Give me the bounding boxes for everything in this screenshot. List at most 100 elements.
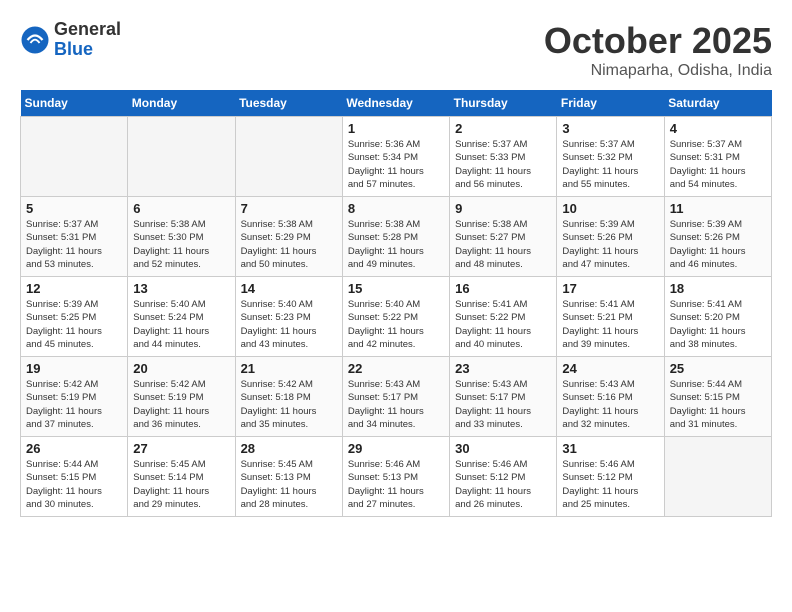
cell-info: Sunrise: 5:43 AM Sunset: 5:17 PM Dayligh… [348, 378, 444, 431]
day-number: 17 [562, 281, 658, 296]
cell-info: Sunrise: 5:40 AM Sunset: 5:22 PM Dayligh… [348, 298, 444, 351]
cell-info: Sunrise: 5:45 AM Sunset: 5:13 PM Dayligh… [241, 458, 337, 511]
page-header: General Blue October 2025 Nimaparha, Odi… [20, 20, 772, 80]
week-row-0: 1Sunrise: 5:36 AM Sunset: 5:34 PM Daylig… [21, 117, 772, 197]
cell-info: Sunrise: 5:39 AM Sunset: 5:26 PM Dayligh… [562, 218, 658, 271]
logo-general-label: General [54, 20, 121, 40]
cell-info: Sunrise: 5:46 AM Sunset: 5:12 PM Dayligh… [455, 458, 551, 511]
cell-info: Sunrise: 5:37 AM Sunset: 5:31 PM Dayligh… [670, 138, 766, 191]
day-number: 21 [241, 361, 337, 376]
cell-info: Sunrise: 5:43 AM Sunset: 5:17 PM Dayligh… [455, 378, 551, 431]
calendar-cell: 27 Sunrise: 5:45 AM Sunset: 5:14 PM Dayli… [128, 437, 235, 517]
logo: General Blue [20, 20, 121, 60]
calendar-cell: 13 Sunrise: 5:40 AM Sunset: 5:24 PM Dayli… [128, 277, 235, 357]
day-number: 24 [562, 361, 658, 376]
calendar-cell: 18Sunrise: 5:41 AM Sunset: 5:20 PM Dayli… [664, 277, 771, 357]
day-number: 29 [348, 441, 444, 456]
calendar-cell: 7 Sunrise: 5:38 AM Sunset: 5:29 PM Daylig… [235, 197, 342, 277]
calendar-cell: 30 Sunrise: 5:46 AM Sunset: 5:12 PM Dayli… [450, 437, 557, 517]
day-number: 19 [26, 361, 122, 376]
day-number: 16 [455, 281, 551, 296]
day-number: 12 [26, 281, 122, 296]
calendar-cell: 12 Sunrise: 5:39 AM Sunset: 5:25 PM Dayli… [21, 277, 128, 357]
calendar-cell: 3 Sunrise: 5:37 AM Sunset: 5:32 PM Daylig… [557, 117, 664, 197]
cell-info: Sunrise: 5:46 AM Sunset: 5:13 PM Dayligh… [348, 458, 444, 511]
calendar-cell [664, 437, 771, 517]
day-number: 28 [241, 441, 337, 456]
cell-info: Sunrise: 5:42 AM Sunset: 5:19 PM Dayligh… [133, 378, 229, 431]
day-number: 20 [133, 361, 229, 376]
cell-info: Sunrise: 5:43 AM Sunset: 5:16 PM Dayligh… [562, 378, 658, 431]
day-header-monday: Monday [128, 90, 235, 117]
day-number: 25 [670, 361, 766, 376]
cell-info: Sunrise: 5:45 AM Sunset: 5:14 PM Dayligh… [133, 458, 229, 511]
cell-info: Sunrise: 5:42 AM Sunset: 5:18 PM Dayligh… [241, 378, 337, 431]
location-label: Nimaparha, Odisha, India [544, 62, 772, 80]
cell-info: Sunrise: 5:37 AM Sunset: 5:32 PM Dayligh… [562, 138, 658, 191]
cell-info: Sunrise: 5:38 AM Sunset: 5:29 PM Dayligh… [241, 218, 337, 271]
calendar-cell: 20 Sunrise: 5:42 AM Sunset: 5:19 PM Dayli… [128, 357, 235, 437]
week-row-4: 26Sunrise: 5:44 AM Sunset: 5:15 PM Dayli… [21, 437, 772, 517]
calendar-cell: 29 Sunrise: 5:46 AM Sunset: 5:13 PM Dayli… [342, 437, 449, 517]
cell-info: Sunrise: 5:46 AM Sunset: 5:12 PM Dayligh… [562, 458, 658, 511]
cell-info: Sunrise: 5:41 AM Sunset: 5:21 PM Dayligh… [562, 298, 658, 351]
calendar-cell: 1Sunrise: 5:36 AM Sunset: 5:34 PM Daylig… [342, 117, 449, 197]
day-number: 22 [348, 361, 444, 376]
cell-info: Sunrise: 5:38 AM Sunset: 5:30 PM Dayligh… [133, 218, 229, 271]
calendar-cell: 2 Sunrise: 5:37 AM Sunset: 5:33 PM Daylig… [450, 117, 557, 197]
day-number: 31 [562, 441, 658, 456]
day-header-thursday: Thursday [450, 90, 557, 117]
day-number: 8 [348, 201, 444, 216]
day-number: 1 [348, 121, 444, 136]
day-number: 5 [26, 201, 122, 216]
cell-info: Sunrise: 5:37 AM Sunset: 5:33 PM Dayligh… [455, 138, 551, 191]
day-header-wednesday: Wednesday [342, 90, 449, 117]
day-header-sunday: Sunday [21, 90, 128, 117]
calendar-cell: 31 Sunrise: 5:46 AM Sunset: 5:12 PM Dayli… [557, 437, 664, 517]
calendar-cell: 19 Sunrise: 5:42 AM Sunset: 5:19 PM Dayli… [21, 357, 128, 437]
day-number: 7 [241, 201, 337, 216]
calendar-cell: 24 Sunrise: 5:43 AM Sunset: 5:16 PM Dayli… [557, 357, 664, 437]
cell-info: Sunrise: 5:38 AM Sunset: 5:28 PM Dayligh… [348, 218, 444, 271]
day-header-friday: Friday [557, 90, 664, 117]
week-row-3: 19 Sunrise: 5:42 AM Sunset: 5:19 PM Dayli… [21, 357, 772, 437]
calendar-cell: 22 Sunrise: 5:43 AM Sunset: 5:17 PM Dayli… [342, 357, 449, 437]
cell-info: Sunrise: 5:38 AM Sunset: 5:27 PM Dayligh… [455, 218, 551, 271]
cell-info: Sunrise: 5:40 AM Sunset: 5:24 PM Dayligh… [133, 298, 229, 351]
cell-info: Sunrise: 5:40 AM Sunset: 5:23 PM Dayligh… [241, 298, 337, 351]
calendar-cell: 16 Sunrise: 5:41 AM Sunset: 5:22 PM Dayli… [450, 277, 557, 357]
cell-info: Sunrise: 5:44 AM Sunset: 5:15 PM Dayligh… [670, 378, 766, 431]
day-number: 11 [670, 201, 766, 216]
calendar-cell: 21 Sunrise: 5:42 AM Sunset: 5:18 PM Dayli… [235, 357, 342, 437]
day-number: 30 [455, 441, 551, 456]
day-number: 18 [670, 281, 766, 296]
calendar-cell: 8 Sunrise: 5:38 AM Sunset: 5:28 PM Daylig… [342, 197, 449, 277]
cell-info: Sunrise: 5:44 AM Sunset: 5:15 PM Dayligh… [26, 458, 122, 511]
day-header-tuesday: Tuesday [235, 90, 342, 117]
cell-info: Sunrise: 5:41 AM Sunset: 5:22 PM Dayligh… [455, 298, 551, 351]
day-number: 23 [455, 361, 551, 376]
calendar-cell: 6Sunrise: 5:38 AM Sunset: 5:30 PM Daylig… [128, 197, 235, 277]
cell-info: Sunrise: 5:39 AM Sunset: 5:25 PM Dayligh… [26, 298, 122, 351]
calendar-cell: 26Sunrise: 5:44 AM Sunset: 5:15 PM Dayli… [21, 437, 128, 517]
calendar-cell: 9 Sunrise: 5:38 AM Sunset: 5:27 PM Daylig… [450, 197, 557, 277]
day-number: 14 [241, 281, 337, 296]
day-number: 9 [455, 201, 551, 216]
calendar-table: SundayMondayTuesdayWednesdayThursdayFrid… [20, 90, 772, 517]
calendar-cell: 4Sunrise: 5:37 AM Sunset: 5:31 PM Daylig… [664, 117, 771, 197]
calendar-cell [235, 117, 342, 197]
day-number: 27 [133, 441, 229, 456]
cell-info: Sunrise: 5:42 AM Sunset: 5:19 PM Dayligh… [26, 378, 122, 431]
calendar-cell: 15 Sunrise: 5:40 AM Sunset: 5:22 PM Dayli… [342, 277, 449, 357]
calendar-cell: 23 Sunrise: 5:43 AM Sunset: 5:17 PM Dayli… [450, 357, 557, 437]
day-number: 13 [133, 281, 229, 296]
day-number: 15 [348, 281, 444, 296]
calendar-cell: 5Sunrise: 5:37 AM Sunset: 5:31 PM Daylig… [21, 197, 128, 277]
title-block: October 2025 Nimaparha, Odisha, India [544, 20, 772, 80]
calendar-cell: 10Sunrise: 5:39 AM Sunset: 5:26 PM Dayli… [557, 197, 664, 277]
day-number: 2 [455, 121, 551, 136]
day-header-saturday: Saturday [664, 90, 771, 117]
day-number: 3 [562, 121, 658, 136]
logo-text: General Blue [54, 20, 121, 60]
week-row-1: 5Sunrise: 5:37 AM Sunset: 5:31 PM Daylig… [21, 197, 772, 277]
